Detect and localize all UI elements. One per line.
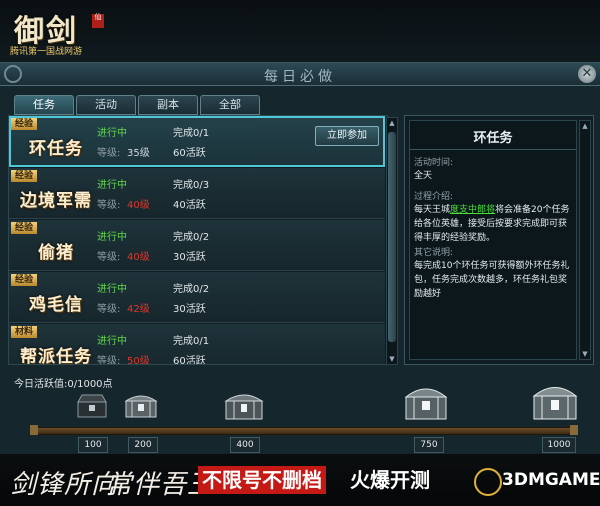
divider [410,149,576,150]
banner-slogan-1: 剑锋所向 [10,470,119,500]
window-title-bar: 每日必做 ✕ [0,63,600,86]
task-level: 40级 [127,200,150,211]
task-status: 进行中 [97,232,127,243]
task-tag: 材料 [11,326,37,338]
task-row-guild-task[interactable]: 材料 帮派任务 进行中 等级: 50级 完成0/1 60活跃 [9,324,385,365]
milestone-400: 400 [230,437,260,453]
activity-progress-track [34,427,576,435]
milestone-750: 750 [414,437,444,453]
logo-badge: 仙 [92,14,104,28]
task-progress: 完成0/2 [173,232,210,243]
chest-400-icon[interactable] [224,389,264,421]
other-text: 每完成10个环任务可获得额外环任务礼包，任务完成次数越多，环任务礼包奖励越好 [414,261,570,299]
scroll-thumb[interactable] [388,132,396,342]
task-level-label: 等级: [97,356,121,365]
banner-white-text: 火爆开测 [350,468,430,492]
promo-banner: 剑锋所向 常伴吾王 不限号不删档 火爆开测 3DMGAME [0,454,600,506]
task-status: 进行中 [97,128,127,139]
task-progress: 完成0/2 [173,284,210,295]
task-level-label: 等级: [97,200,121,211]
task-progress: 完成0/3 [173,180,210,191]
task-name: 环任务 [29,139,83,159]
task-row-steal-pig[interactable]: 经验 偷猪 进行中 等级: 40级 完成0/2 30活跃 [9,220,385,271]
time-label: 活动时间: [414,158,454,168]
chest-100-icon[interactable] [76,393,108,419]
detail-content: 环任务 活动时间: 全天 过程介绍: 每天王城度支中郎将将会准备20个任务给各位… [409,120,577,360]
task-status: 进行中 [97,336,127,347]
task-row-border-supply[interactable]: 经验 边境军需 进行中 等级: 40级 完成0/3 40活跃 [9,168,385,219]
detail-scrollbar[interactable]: ▲ ▼ [579,120,591,360]
task-level: 50级 [127,356,150,365]
milestone-1000: 1000 [542,437,576,453]
task-name: 边境军需 [20,191,92,211]
logo-subtitle: 腾讯第一国战网游 [10,47,83,57]
task-level: 40级 [127,252,150,263]
task-row-ring[interactable]: 经验 环任务 进行中 等级: 35级 完成0/1 60活跃 立即参加 [9,116,385,167]
task-level-label: 等级: [97,148,121,159]
task-name: 鸡毛信 [29,295,83,315]
tab-activities[interactable]: 活动 [76,95,136,115]
milestone-100: 100 [78,437,108,453]
milestone-200: 200 [128,437,158,453]
watermark-logo-icon [474,468,502,496]
task-points: 30活跃 [173,252,206,263]
intro-text: 每天王城度支中郎将将会准备20个任务给各位英雄，接受后按要求完成即可获得丰厚的经… [414,203,574,245]
task-points: 60活跃 [173,148,206,159]
task-name: 偷猪 [38,243,74,263]
task-tag: 经验 [11,222,37,234]
tab-dungeons[interactable]: 副本 [138,95,198,115]
activity-value-label: 今日活跃值:0/1000点 [14,379,113,390]
task-detail-panel: 环任务 活动时间: 全天 过程介绍: 每天王城度支中郎将将会准备20个任务给各位… [404,115,594,365]
task-name: 帮派任务 [20,347,92,365]
task-points: 30活跃 [173,304,206,315]
task-list: 经验 环任务 进行中 等级: 35级 完成0/1 60活跃 立即参加 经验 边境… [8,115,388,365]
chest-1000-icon[interactable] [532,381,578,421]
task-list-scrollbar[interactable]: ▲ ▼ [386,117,398,365]
scroll-down-icon[interactable]: ▼ [580,349,590,359]
task-level-label: 等级: [97,304,121,315]
time-value: 全天 [414,171,433,181]
chest-750-icon[interactable] [404,383,448,421]
task-tag: 经验 [11,170,37,182]
scroll-down-icon[interactable]: ▼ [387,354,397,364]
task-row-urgent-letter[interactable]: 经验 鸡毛信 进行中 等级: 42级 完成0/2 30活跃 [9,272,385,323]
game-logo-area: 御剑 仙 腾讯第一国战网游 [0,0,600,62]
task-points: 60活跃 [173,356,206,365]
intro-pre: 每天王城 [414,205,451,215]
scroll-up-icon[interactable]: ▲ [387,118,397,128]
watermark-text: 3DMGAME [502,470,600,490]
other-label: 其它说明: [414,248,454,258]
chest-200-icon[interactable] [124,391,158,419]
daily-tasks-window: 每日必做 ✕ 任务 活动 副本 全部 经验 环任务 进行中 等级: 35级 完成… [0,62,600,455]
intro-label: 过程介绍: [414,192,454,202]
tab-tasks[interactable]: 任务 [14,95,74,115]
detail-title: 环任务 [473,131,513,146]
task-level-label: 等级: [97,252,121,263]
task-points: 40活跃 [173,200,206,211]
track-end-left [30,425,38,435]
task-progress: 完成0/1 [173,128,210,139]
task-progress: 完成0/1 [173,336,210,347]
task-tag: 经验 [11,118,37,130]
tab-all[interactable]: 全部 [200,95,260,115]
scroll-up-icon[interactable]: ▲ [580,121,590,131]
join-now-button[interactable]: 立即参加 [315,126,379,146]
task-level: 35级 [127,148,150,159]
track-end-right [570,425,578,435]
task-status: 进行中 [97,284,127,295]
banner-red-text: 不限号不删档 [198,466,326,494]
window-title: 每日必做 [264,69,336,85]
task-level: 42级 [127,304,150,315]
npc-link[interactable]: 度支中郎将 [450,205,495,215]
close-button[interactable]: ✕ [578,65,596,83]
task-status: 进行中 [97,180,127,191]
task-tag: 经验 [11,274,37,286]
